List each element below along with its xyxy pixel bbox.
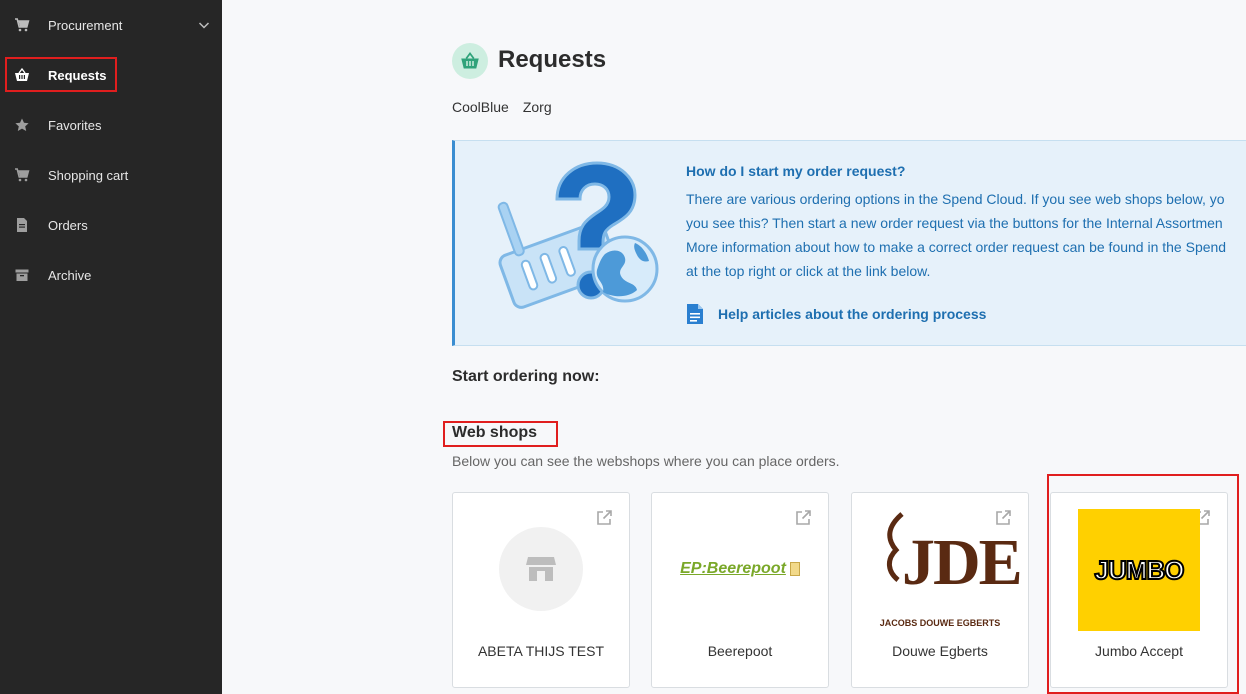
webshop-card-abeta[interactable]: ABETA THIJS TEST (452, 492, 630, 688)
star-icon (14, 117, 30, 133)
start-ordering-heading: Start ordering now: (452, 368, 600, 385)
breadcrumb-item[interactable]: CoolBlue (452, 99, 509, 115)
sidebar-item-label: Procurement (48, 17, 123, 33)
jde-logo-subtext: JACOBS DOUWE EGBERTS (879, 618, 1001, 628)
sidebar-item-favorites[interactable]: Favorites (0, 105, 222, 145)
document-icon (14, 217, 30, 233)
sidebar: Procurement Requests Favorites Shopping … (0, 0, 222, 694)
clipboard-icon (789, 562, 800, 576)
webshop-card-label: Douwe Egberts (892, 643, 988, 659)
sidebar-item-shopping-cart[interactable]: Shopping cart (0, 155, 222, 195)
highlight-box (1047, 474, 1239, 694)
info-text-line: at the top right or click at the link be… (686, 263, 931, 279)
help-articles-link-label[interactable]: Help articles about the ordering process (718, 306, 986, 322)
webshops-subtitle: Below you can see the webshops where you… (452, 453, 840, 469)
jde-logo-text: JDE (902, 526, 1023, 599)
store-icon (499, 527, 583, 611)
page-title: Requests (498, 46, 607, 73)
info-box: How do I start my order request? There a… (452, 140, 1246, 346)
main-content: Requests CoolBlue Zorg How do I start my… (222, 0, 1246, 694)
breadcrumb-item[interactable]: Zorg (523, 99, 552, 115)
sidebar-item-label: Favorites (48, 117, 102, 133)
beerepoot-logo-text: EP:Beerepoot (680, 560, 786, 577)
webshop-card-beerepoot[interactable]: EP:Beerepoot Beerepoot (651, 492, 829, 688)
info-text-line: There are various ordering options in th… (686, 191, 1225, 207)
chevron-down-icon[interactable] (196, 17, 212, 33)
webshop-logo: EP:Beerepoot (652, 509, 828, 629)
webshop-logo (453, 509, 629, 629)
help-articles-link[interactable]: Help articles about the ordering process (686, 303, 986, 325)
highlight-box (5, 57, 117, 92)
info-title: How do I start my order request? (686, 163, 906, 179)
sidebar-item-procurement[interactable]: Procurement (0, 5, 222, 45)
cart-icon (14, 167, 30, 183)
sidebar-item-orders[interactable]: Orders (0, 205, 222, 245)
question-illustration-icon (497, 161, 659, 309)
webshop-card-label: Beerepoot (707, 643, 773, 659)
basket-icon (452, 43, 488, 79)
sidebar-item-label: Orders (48, 217, 88, 233)
info-text: There are various ordering options in th… (686, 187, 1246, 283)
webshop-card-douwe-egberts[interactable]: JDE JACOBS DOUWE EGBERTS Douwe Egberts (851, 492, 1029, 688)
highlight-box (443, 421, 558, 447)
info-text-line: you see this? Then start a new order req… (686, 215, 1223, 231)
archive-icon (14, 267, 30, 283)
cart-icon (14, 17, 30, 33)
sidebar-item-archive[interactable]: Archive (0, 255, 222, 295)
document-icon (687, 304, 703, 324)
sidebar-item-label: Archive (48, 267, 92, 283)
webshop-card-label: ABETA THIJS TEST (477, 643, 605, 659)
breadcrumb: CoolBlue Zorg (452, 99, 552, 115)
webshop-logo: JDE JACOBS DOUWE EGBERTS (852, 505, 1028, 635)
sidebar-item-label: Shopping cart (48, 167, 129, 183)
info-text-line: More information about how to make a cor… (686, 239, 1227, 255)
